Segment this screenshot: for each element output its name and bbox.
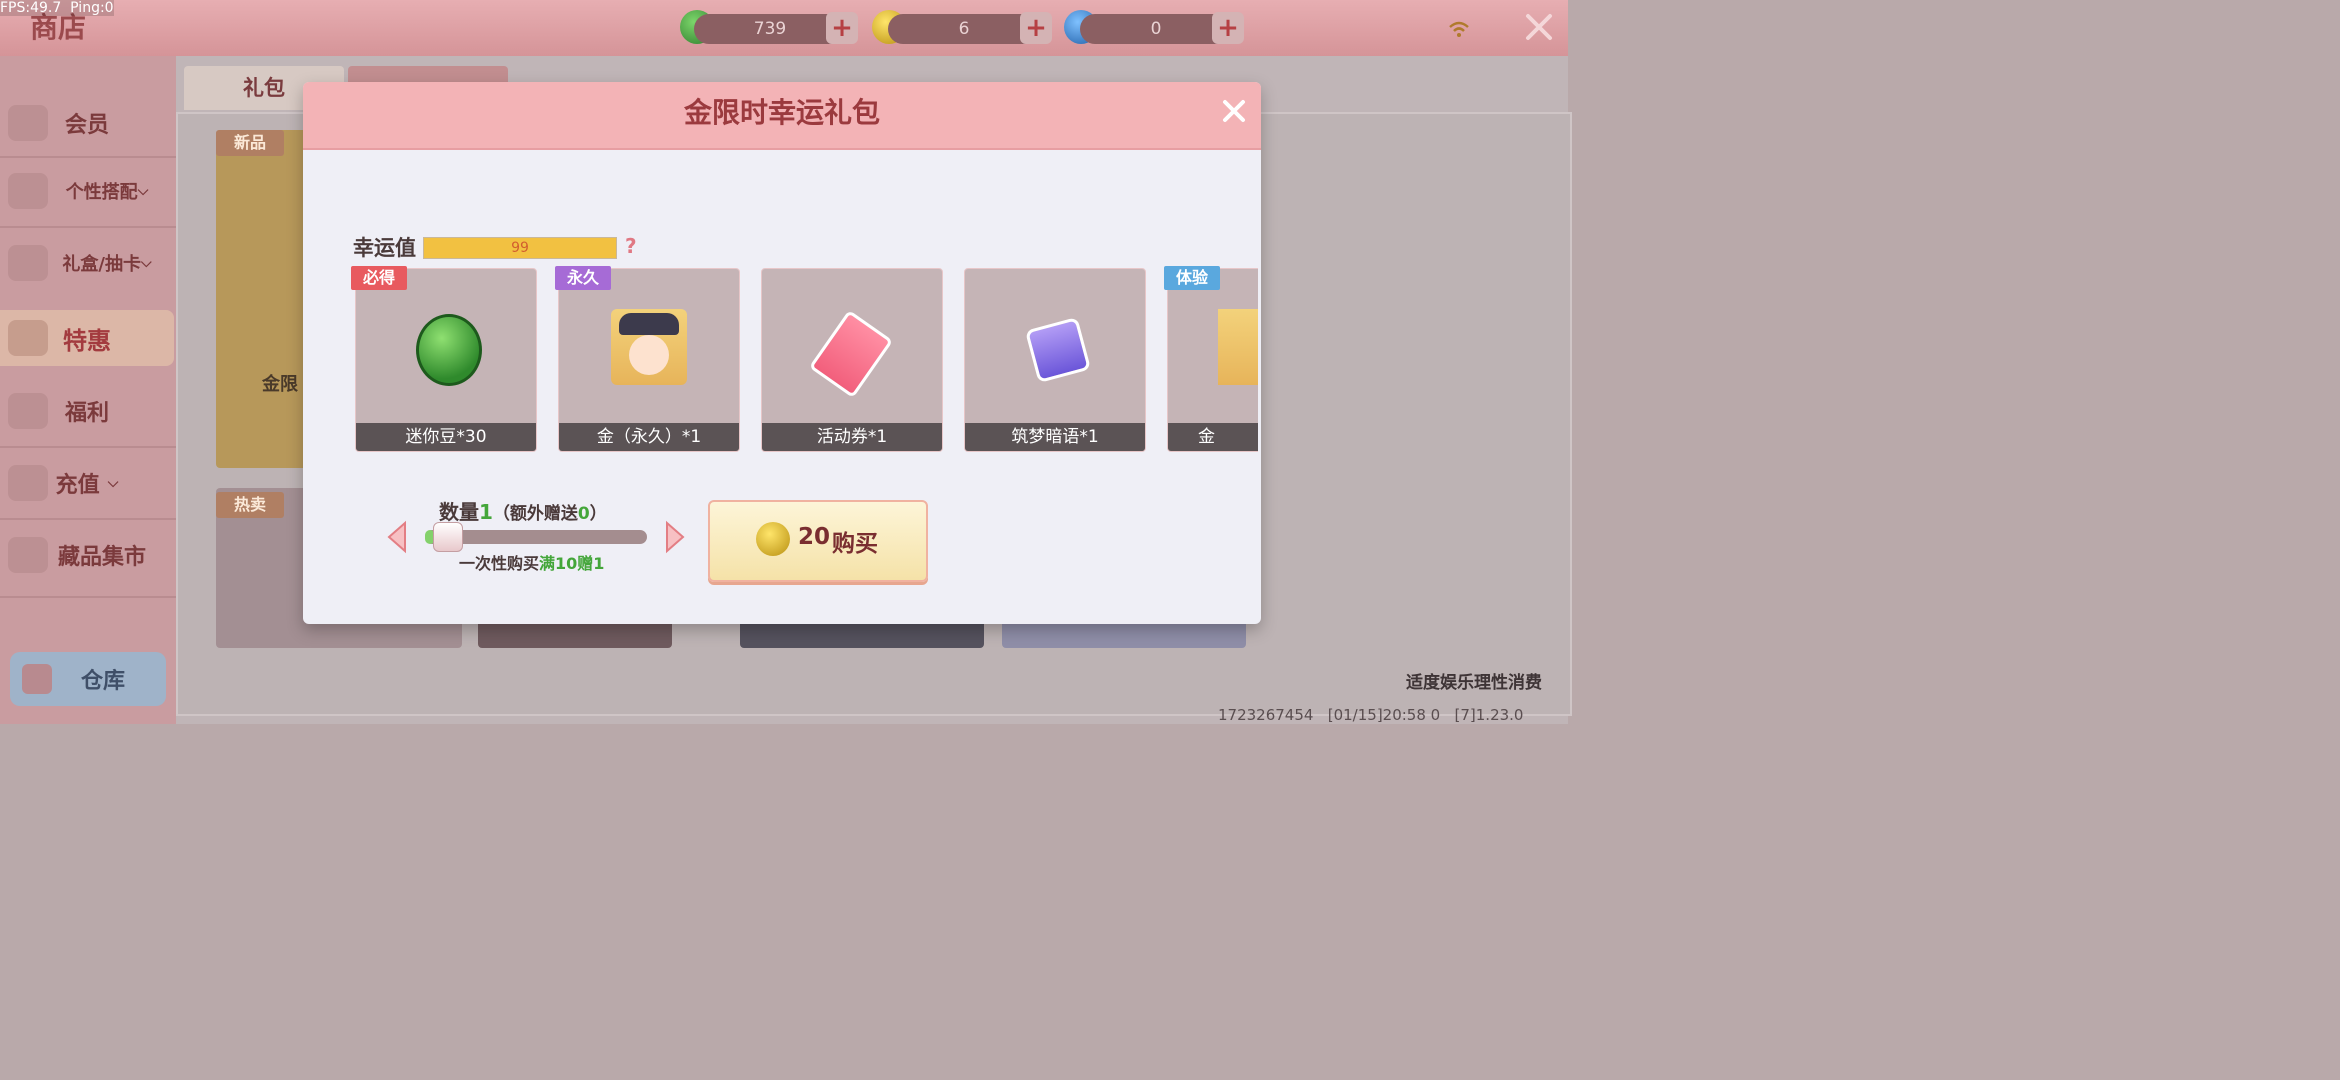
healthy-gaming-notice: 适度娱乐理性消费 bbox=[1406, 673, 1542, 693]
close-icon[interactable] bbox=[1217, 94, 1251, 128]
sidebar: 会员 个性搭配 ⌵ 礼盒/抽卡 ⌵ 特惠 福利 充值 ⌵ 藏品集市 仓库 bbox=[0, 56, 176, 724]
sidebar-item-label: 充值 bbox=[55, 473, 100, 498]
increase-arrow-icon[interactable] bbox=[663, 520, 687, 554]
divider bbox=[0, 226, 176, 228]
divider bbox=[0, 156, 176, 158]
quantity-value: 1 bbox=[479, 500, 493, 524]
help-icon[interactable]: ? bbox=[625, 234, 637, 258]
tag-trial: 体验 bbox=[1164, 266, 1221, 290]
sidebar-item-deals[interactable]: 特惠 bbox=[0, 310, 174, 366]
quantity-label: 数量 bbox=[439, 500, 479, 524]
dream-whisper-icon bbox=[1024, 316, 1092, 384]
gold-coin-icon bbox=[756, 522, 790, 556]
member-icon bbox=[8, 105, 48, 141]
fps-counter: FPS:49.7 Ping:0 bbox=[0, 0, 114, 16]
sidebar-item-label: 礼盒/抽卡 bbox=[62, 254, 141, 275]
top-bar: 商店 739 + 6 + 0 + bbox=[0, 0, 1568, 56]
welfare-icon bbox=[8, 393, 48, 429]
sidebar-item-label: 个性搭配 bbox=[65, 182, 138, 203]
sidebar-item-label: 福利 bbox=[64, 401, 109, 426]
outfit-icon bbox=[8, 173, 48, 209]
chevron-down-icon: ⌵ bbox=[140, 255, 152, 271]
buy-button[interactable]: 20 购买 bbox=[708, 500, 928, 582]
bonus-value: 0 bbox=[577, 504, 590, 524]
sidebar-item-member[interactable]: 会员 bbox=[0, 92, 174, 154]
reward-label: 金（永久）*1 bbox=[559, 423, 739, 451]
reward-card-character[interactable]: 金（永久）*1 bbox=[558, 268, 740, 452]
reward-card-event-ticket[interactable]: 活动券*1 bbox=[761, 268, 943, 452]
event-ticket-icon bbox=[808, 309, 894, 399]
sidebar-item-label: 特惠 bbox=[63, 326, 111, 355]
mini-bean-icon bbox=[416, 314, 482, 386]
buy-price: 20 bbox=[798, 524, 831, 550]
slider-thumb[interactable] bbox=[433, 522, 463, 552]
divider bbox=[0, 446, 176, 448]
bonus-suffix: ） bbox=[589, 504, 607, 524]
sidebar-item-label: 藏品集市 bbox=[57, 545, 146, 570]
gift-box-icon bbox=[8, 245, 48, 281]
sidebar-item-recharge[interactable]: 充值 ⌵ bbox=[0, 452, 174, 514]
chevron-down-icon: ⌵ bbox=[137, 183, 149, 199]
promo-highlight: 满10赠1 bbox=[539, 554, 605, 573]
gold-coin-balance: 6 bbox=[888, 14, 1040, 44]
reward-label: 筑梦暗语*1 bbox=[965, 423, 1145, 451]
hot-tag: 热卖 bbox=[216, 492, 285, 518]
reward-label: 活动券*1 bbox=[762, 423, 942, 451]
reward-card-trial-character[interactable]: 金 bbox=[1167, 268, 1258, 452]
add-gold-coin-button[interactable]: + bbox=[1020, 12, 1052, 44]
sidebar-item-collection-market[interactable]: 藏品集市 bbox=[0, 524, 174, 586]
dialog-title: 金限时幸运礼包 bbox=[683, 96, 880, 129]
buy-label: 购买 bbox=[832, 531, 878, 557]
luck-bar: 99 bbox=[423, 237, 617, 259]
luck-value: 99 bbox=[511, 240, 529, 256]
new-tag: 新品 bbox=[216, 130, 285, 156]
blue-coin-balance: 0 bbox=[1080, 14, 1232, 44]
quantity-row: 数量1（额外赠送0） bbox=[439, 496, 607, 525]
add-blue-coin-button[interactable]: + bbox=[1212, 12, 1244, 44]
decrease-arrow-icon[interactable] bbox=[385, 520, 409, 554]
character-portrait-icon bbox=[611, 309, 687, 385]
tag-guaranteed: 必得 bbox=[351, 266, 408, 290]
bonus-prefix: （额外赠送 bbox=[492, 504, 578, 524]
build-info: 1723267454 [01/15]20:58 0 [7]1.23.0 bbox=[1218, 706, 1524, 724]
coins-icon bbox=[8, 465, 48, 501]
reward-card-dream-whisper[interactable]: 筑梦暗语*1 bbox=[964, 268, 1146, 452]
divider bbox=[0, 518, 176, 520]
sidebar-item-welfare[interactable]: 福利 bbox=[0, 380, 174, 442]
quantity-slider[interactable] bbox=[425, 522, 647, 552]
sidebar-item-outfit[interactable]: 个性搭配 ⌵ bbox=[0, 160, 174, 222]
reward-card-mini-bean[interactable]: 迷你豆*30 bbox=[355, 268, 537, 452]
luck-label: 幸运值 bbox=[353, 236, 416, 260]
reward-label: 金 bbox=[1168, 423, 1258, 451]
lucky-pack-dialog: 金限时幸运礼包 幸运值 99 ? 迷你豆*30 金（永久）*1 活动券*1 筑梦… bbox=[303, 82, 1261, 624]
wifi-icon bbox=[1448, 20, 1470, 38]
sidebar-item-label: 会员 bbox=[64, 113, 109, 138]
tag-permanent: 永久 bbox=[555, 266, 612, 290]
sidebar-item-gacha[interactable]: 礼盒/抽卡 ⌵ bbox=[0, 232, 174, 294]
bulk-promo: 一次性购买满10赠1 bbox=[459, 554, 605, 573]
warehouse-button[interactable]: 仓库 bbox=[10, 652, 166, 706]
deals-icon bbox=[8, 320, 48, 356]
mini-bean-balance: 739 bbox=[694, 14, 846, 44]
card-text: 金限 bbox=[262, 374, 298, 395]
add-mini-bean-button[interactable]: + bbox=[826, 12, 858, 44]
reward-label: 迷你豆*30 bbox=[356, 423, 536, 451]
divider bbox=[0, 596, 176, 598]
chevron-down-icon: ⌵ bbox=[107, 475, 119, 491]
close-shop-icon[interactable] bbox=[1524, 12, 1554, 42]
market-icon bbox=[8, 537, 48, 573]
warehouse-icon bbox=[22, 664, 52, 694]
character-trial-icon bbox=[1218, 309, 1258, 385]
